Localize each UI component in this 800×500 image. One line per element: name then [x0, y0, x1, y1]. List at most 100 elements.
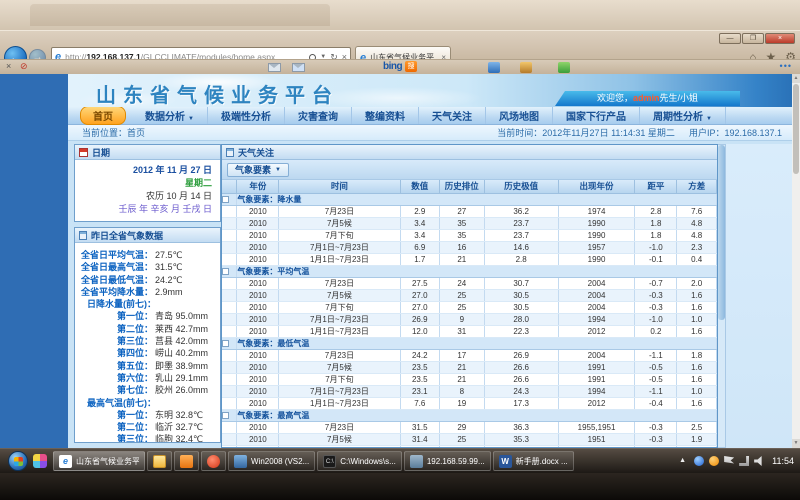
table-row[interactable]: 20107月1日~7月23日6.91614.61957-1.02.3 [222, 241, 717, 253]
group-checkbox[interactable] [222, 340, 229, 347]
table-row[interactable]: 20107月5候3.43523.719901.84.8 [222, 217, 717, 229]
table-row[interactable]: 20107月下旬27.02530.52004-0.31.6 [222, 301, 717, 313]
row-select-cell [222, 385, 237, 397]
nav-item-4[interactable]: 灾害查询 [285, 107, 352, 124]
taskbar-window-6[interactable]: C:\C:\Windows\s... [317, 451, 402, 471]
cell: 1.6 [677, 361, 717, 373]
chevron-down-icon: ▼ [188, 116, 194, 122]
screen: — ❐ × ← → e http://192.168.137.1/GLCCLIM… [0, 0, 800, 500]
pinned-app-icon[interactable] [33, 454, 47, 468]
more-options-icon[interactable]: ••• [780, 61, 792, 71]
table-row[interactable]: 20101月1日~7月23日12.03122.320120.21.6 [222, 325, 717, 337]
cell: 2010 [237, 433, 279, 445]
nav-item-3[interactable]: 极端性分析 [208, 107, 285, 124]
cell: 7月23日 [279, 205, 400, 217]
bing-search[interactable]: bing 搜 [383, 61, 417, 72]
nav-item-5[interactable]: 整编资料 [352, 107, 419, 124]
panel-icon [226, 148, 234, 157]
cell: 3.4 [400, 229, 440, 241]
network-icon[interactable] [739, 456, 749, 466]
taskbar-window-3[interactable] [174, 451, 199, 471]
table-row[interactable]: 20107月23日31.52936.31955,1951-0.32.5 [222, 421, 717, 433]
table-row[interactable]: 20107月5候31.42535.31951-0.31.9 [222, 433, 717, 445]
cell: 1.6 [677, 373, 717, 385]
mail2-icon[interactable] [292, 63, 305, 72]
table-row[interactable]: 20107月下旬3.43523.719901.84.8 [222, 229, 717, 241]
panel-scrollbar[interactable] [718, 144, 726, 448]
taskbar-window-2[interactable] [147, 451, 172, 471]
cell: 0.4 [677, 253, 717, 265]
rank-label: 第二位： [117, 324, 153, 334]
cell: 7月23日 [279, 277, 400, 289]
cell: 6.9 [400, 241, 440, 253]
cell: 21 [440, 253, 485, 265]
tray-security-icon[interactable] [709, 456, 719, 466]
table-row[interactable]: 20101月1日~7月23日7.61917.32012-0.41.6 [222, 397, 717, 409]
toolbar-app1-icon[interactable] [488, 62, 500, 73]
bing-search-button[interactable]: 搜 [405, 61, 417, 72]
table-row[interactable]: 20107月23日27.52430.72004-0.72.0 [222, 277, 717, 289]
action-center-flag-icon[interactable] [724, 456, 734, 466]
cell: 27.0 [400, 301, 440, 313]
row-select-cell [222, 241, 237, 253]
stat-label: 全省平均降水量： [81, 287, 153, 297]
group-checkbox[interactable] [222, 196, 229, 203]
scroll-up-icon[interactable]: ▲ [792, 74, 800, 83]
scroll-down-icon[interactable]: ▼ [792, 439, 800, 448]
table-row[interactable]: 20107月1日~7月23日26.9928.01994-1.01.0 [222, 313, 717, 325]
nav-item-8[interactable]: 国家下行产品 [553, 107, 640, 124]
cell: 31.5 [400, 421, 440, 433]
row-select-cell [222, 361, 237, 373]
table-row[interactable]: 20107月下旬31.42535.31951-0.31.9 [222, 445, 717, 447]
table-row[interactable]: 20101月1日~7月23日1.7212.81990-0.10.4 [222, 253, 717, 265]
cell: 2010 [237, 217, 279, 229]
taskbar-window-8[interactable]: W新手册.docx ... [493, 451, 574, 471]
taskbar-clock[interactable]: 11:54 [772, 456, 794, 466]
cell: 7月1日~7月23日 [279, 385, 400, 397]
taskbar-window-1[interactable]: e山东省气候业务平... [53, 451, 145, 471]
group-checkbox[interactable] [222, 412, 229, 419]
table-row[interactable]: 20107月1日~7月23日23.1824.31994-1.11.0 [222, 385, 717, 397]
scrollbar-thumb[interactable] [793, 84, 799, 174]
table-row[interactable]: 20107月5候23.52126.61991-0.51.6 [222, 361, 717, 373]
nav-item-1[interactable]: 首页 [80, 106, 126, 125]
panel-scrollbar-thumb[interactable] [718, 145, 725, 320]
cell: -0.5 [635, 373, 677, 385]
table-row[interactable]: 20107月5候27.02530.52004-0.31.6 [222, 289, 717, 301]
table-row[interactable]: 20107月23日24.21726.92004-1.11.8 [222, 349, 717, 361]
nav-item-9[interactable]: 周期性分析▼ [640, 107, 726, 124]
taskbar: e山东省气候业务平... Win2008 (VS2...C:\C:\Windows… [0, 448, 800, 473]
group-checkbox-cell [222, 337, 237, 349]
group-header-row: 气象要素：最低气温 [222, 337, 717, 349]
table-row[interactable]: 20107月23日2.92736.219742.87.6 [222, 205, 717, 217]
cell: 22.3 [484, 325, 558, 337]
rank-label: 第六位： [117, 373, 153, 383]
taskbar-window-5[interactable]: Win2008 (VS2... [228, 451, 315, 471]
start-button[interactable] [8, 451, 28, 471]
taskbar-window-4[interactable] [201, 451, 226, 471]
taskbar-window-7[interactable]: 192.168.59.99... [404, 451, 491, 471]
speaker-icon[interactable] [754, 456, 764, 466]
cell: 26.9 [400, 313, 440, 325]
table-row[interactable]: 20107月下旬23.52126.61991-0.51.6 [222, 373, 717, 385]
nav-item-2[interactable]: 数据分析▼ [132, 107, 208, 124]
rank-label: 第二位： [117, 422, 153, 432]
tray-app-icon[interactable] [694, 456, 704, 466]
cell: 1957 [558, 241, 635, 253]
nav-item-6[interactable]: 天气关注 [419, 107, 486, 124]
toolbar-app2-icon[interactable] [520, 62, 532, 73]
show-hidden-icons[interactable]: ▲ [679, 456, 689, 466]
mail-icon[interactable] [268, 63, 281, 72]
element-filter-button[interactable]: 气象要素▼ [227, 163, 289, 177]
weather-data-table: 年份时间数值历史排位历史极值出现年份距平方差气象要素：降水量20107月23日2… [222, 180, 717, 447]
toolbar-close-icon[interactable]: × [6, 61, 11, 71]
col-header: 数值 [400, 180, 440, 193]
group-checkbox[interactable] [222, 268, 229, 275]
browser-scrollbar[interactable]: ▲ ▼ [792, 74, 800, 448]
cell: 31.4 [400, 433, 440, 445]
toolbar-app3-icon[interactable] [558, 62, 570, 73]
cell: 2010 [237, 301, 279, 313]
cell: 7月5候 [279, 289, 400, 301]
nav-item-7[interactable]: 风场地图 [486, 107, 553, 124]
weather-rank-item: 第七位：胶州 26.0mm [117, 384, 218, 396]
